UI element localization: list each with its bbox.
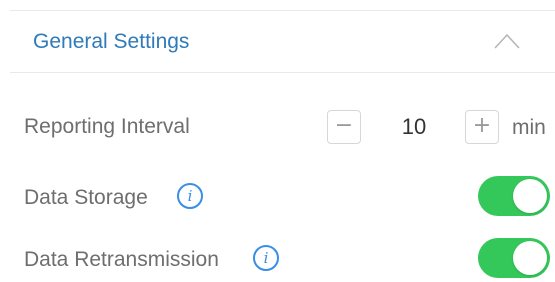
general-settings-header[interactable]: General Settings bbox=[0, 11, 555, 72]
data-storage-label: Data Storage bbox=[24, 186, 148, 209]
data-storage-row: Data Storage i bbox=[0, 172, 555, 220]
increment-button[interactable]: + bbox=[465, 110, 499, 144]
section-title: General Settings bbox=[33, 30, 190, 53]
data-storage-toggle[interactable] bbox=[478, 176, 550, 216]
reporting-interval-label: Reporting Interval bbox=[24, 115, 190, 138]
interval-unit-label: min bbox=[512, 116, 546, 139]
data-retransmission-row: Data Retransmission i bbox=[0, 234, 555, 282]
toggle-knob bbox=[513, 241, 547, 275]
decrement-button[interactable]: − bbox=[327, 110, 361, 144]
chevron-up-icon[interactable] bbox=[494, 33, 520, 49]
reporting-interval-row: Reporting Interval − 10 + min bbox=[0, 102, 555, 150]
info-icon[interactable]: i bbox=[177, 183, 203, 209]
info-icon[interactable]: i bbox=[253, 245, 279, 271]
interval-value-input[interactable]: 10 bbox=[380, 115, 448, 139]
toggle-knob bbox=[513, 179, 547, 213]
data-retransmission-toggle[interactable] bbox=[478, 238, 550, 278]
header-divider bbox=[10, 72, 555, 73]
data-retransmission-label: Data Retransmission bbox=[24, 248, 219, 271]
